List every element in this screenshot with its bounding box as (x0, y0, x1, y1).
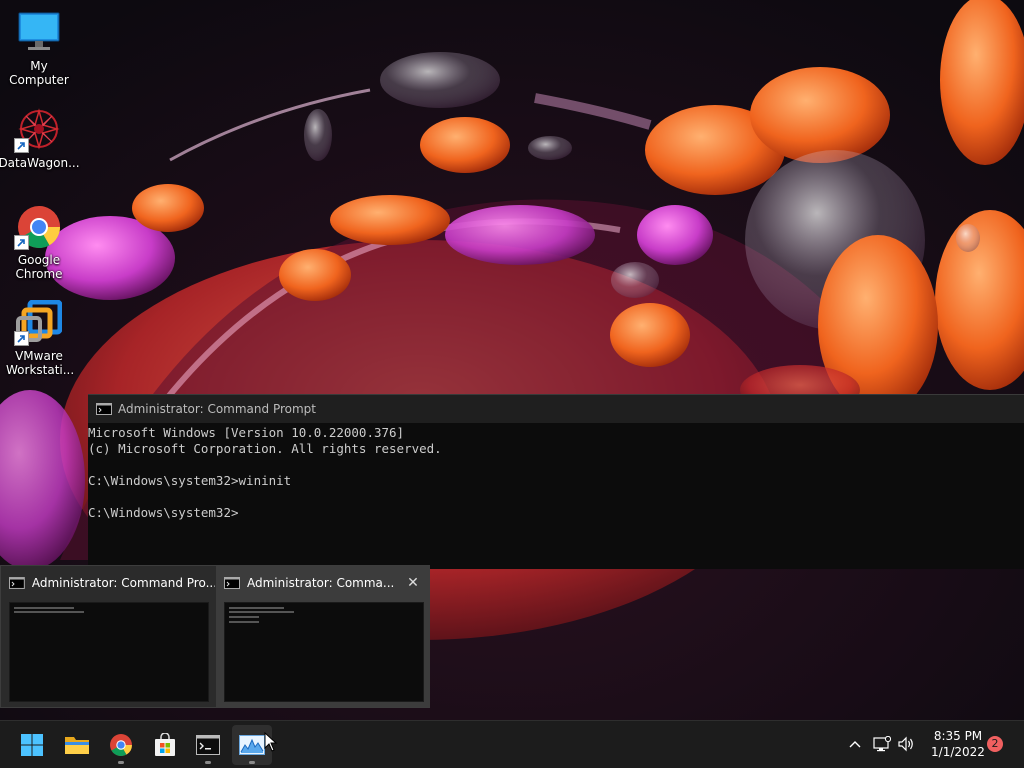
clock-date: 1/1/2022 (931, 745, 985, 759)
terminal-line: C:\Windows\system32>wininit (88, 473, 292, 488)
shortcut-arrow-icon (14, 235, 29, 250)
running-indicator (205, 761, 211, 764)
desktop-icon-vmware-workstation[interactable]: VMware Workstati... (0, 299, 78, 377)
terminal-line: C:\Windows\system32> (88, 505, 239, 520)
chrome-icon (110, 734, 132, 756)
windows-start-icon (21, 734, 43, 756)
taskbar-store[interactable] (145, 725, 185, 765)
mouse-cursor-icon (264, 732, 278, 752)
terminal-icon (96, 403, 112, 415)
running-indicator (249, 761, 255, 764)
taskbar-chrome[interactable] (101, 725, 141, 765)
taskbar-thumbnail-popup: Administrator: Command Pro... Administra… (0, 565, 430, 708)
thumbnail-command-prompt-1[interactable]: Administrator: Command Pro... (1, 566, 215, 707)
desktop-icon-my-computer[interactable]: My Computer (0, 10, 78, 87)
thumbnail-command-prompt-2[interactable]: Administrator: Comma... ✕ (216, 566, 430, 707)
taskbar: 8:35 PM 1/1/2022 2 (0, 720, 1024, 768)
taskbar-file-explorer[interactable] (57, 725, 97, 765)
folder-icon (65, 737, 89, 754)
terminal-icon (196, 735, 220, 755)
taskbar-command-prompt[interactable] (188, 725, 228, 765)
clock-time: 8:35 PM (933, 729, 983, 743)
window-title: Administrator: Command Prompt (118, 402, 316, 416)
running-indicator (118, 761, 124, 764)
desktop-icon-label: Google Chrome (15, 253, 63, 281)
thumbnail-title: Administrator: Command Pro... (31, 576, 215, 590)
desktop-icon-google-chrome[interactable]: Google Chrome (0, 204, 78, 281)
monitor-graph-icon (239, 735, 265, 755)
chrome-icon (14, 204, 62, 250)
datawagon-icon (14, 107, 62, 153)
terminal-icon (9, 577, 25, 589)
close-icon[interactable]: ✕ (406, 576, 420, 590)
desktop-icon-label: VMware Workstati... (6, 349, 75, 377)
shortcut-arrow-icon (14, 138, 29, 153)
thumbnail-preview (224, 602, 424, 702)
system-clock[interactable]: 8:35 PM 1/1/2022 (928, 728, 988, 760)
desktop-icon-label: My Computer (9, 59, 69, 87)
chevron-up-icon[interactable] (846, 733, 864, 755)
network-icon[interactable] (872, 733, 892, 755)
vmware-icon (14, 299, 63, 346)
computer-icon (16, 10, 62, 56)
terminal-line: Microsoft Windows [Version 10.0.22000.37… (88, 425, 405, 440)
window-titlebar[interactable]: Administrator: Command Prompt (88, 395, 1024, 423)
store-icon (155, 733, 175, 756)
desktop-icon-datawagon[interactable]: DataWagon... (0, 107, 80, 170)
thumbnail-title: Administrator: Comma... (247, 576, 395, 590)
terminal-line: (c) Microsoft Corporation. All rights re… (88, 441, 442, 456)
thumbnail-preview (9, 602, 209, 702)
terminal-icon (224, 577, 240, 589)
shortcut-arrow-icon (14, 331, 29, 346)
notification-badge[interactable]: 2 (987, 736, 1003, 752)
terminal-output[interactable]: Microsoft Windows [Version 10.0.22000.37… (88, 423, 1024, 521)
volume-icon[interactable] (896, 733, 916, 755)
desktop-icon-label: DataWagon... (0, 156, 80, 170)
command-prompt-window[interactable]: Administrator: Command Prompt Microsoft … (88, 394, 1024, 569)
start-button[interactable] (12, 725, 52, 765)
